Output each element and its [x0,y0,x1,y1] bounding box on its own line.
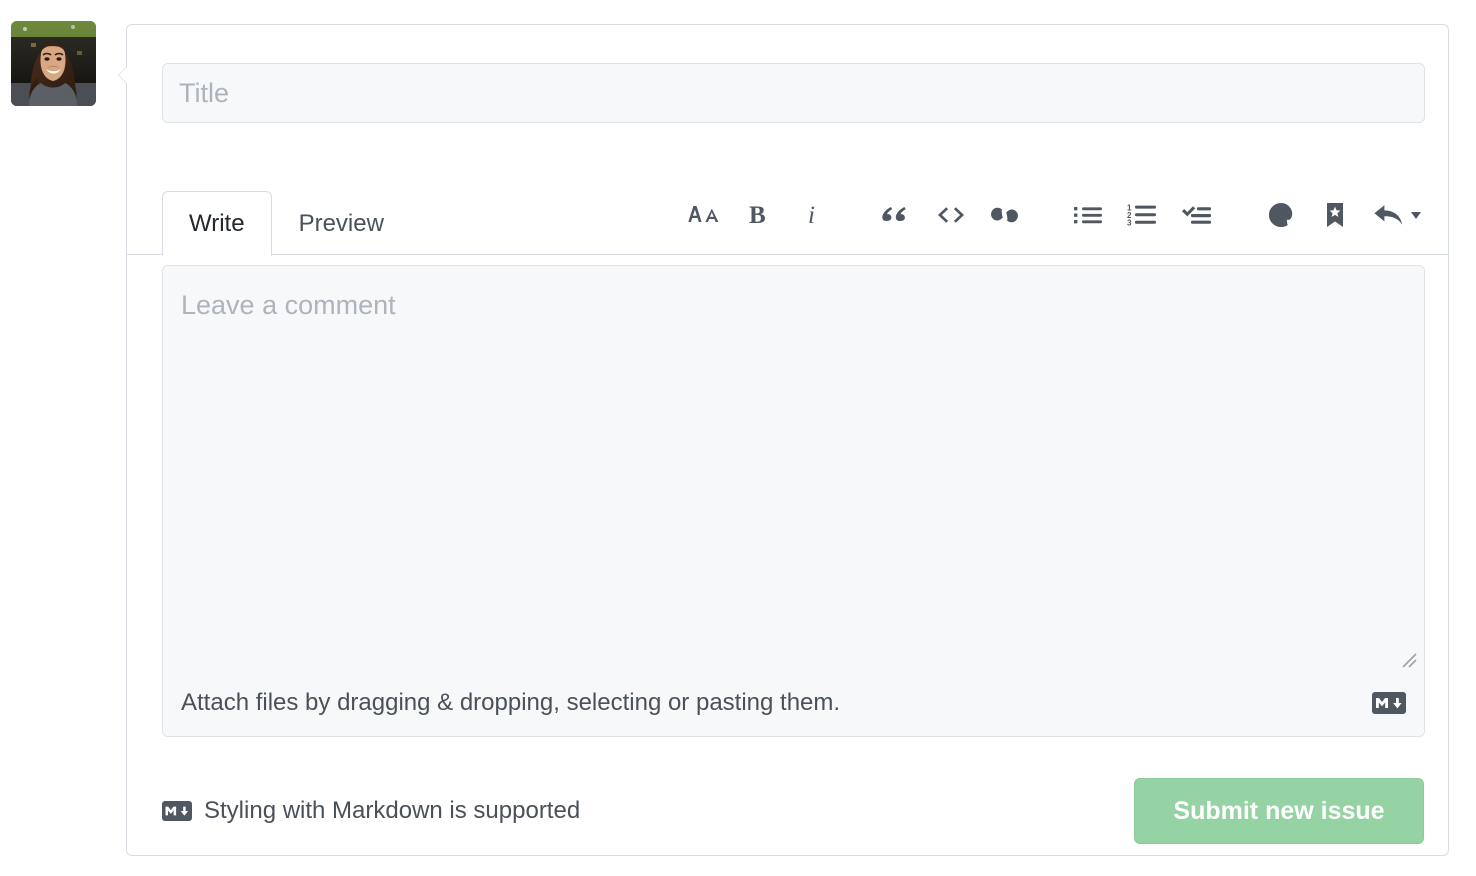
unordered-list-icon-glyph [1074,203,1104,227]
link-icon-glyph [990,203,1020,227]
tab-preview-label: Preview [299,210,384,238]
new-issue-card: Write Preview [126,24,1449,856]
bold-icon[interactable]: B [732,192,786,238]
bubble-arrow-fill [119,66,128,84]
mention-icon[interactable] [1254,192,1308,238]
avatar[interactable] [11,21,96,106]
quote-icon[interactable] [870,192,924,238]
comment-box: Attach files by dragging & dropping, sel… [162,265,1425,737]
avatar-photo [11,21,96,106]
italic-icon-glyph: i [804,202,822,228]
submit-new-issue-button[interactable]: Submit new issue [1134,778,1424,844]
mention-icon-glyph [1267,201,1295,229]
svg-text:3: 3 [1127,219,1132,228]
italic-icon[interactable]: i [786,192,840,238]
form-footer: Styling with Markdown is supported Submi… [162,773,1424,849]
saved-reply-icon[interactable] [1308,192,1362,238]
markdown-icon-glyph [1372,692,1406,714]
heading-icon[interactable] [678,192,732,238]
toolbar-group-insert [1254,192,1434,238]
attach-files-text: Attach files by dragging & dropping, sel… [181,689,840,717]
issue-title-input[interactable] [162,63,1425,123]
markdown-icon[interactable] [1372,692,1406,714]
tab-preview[interactable]: Preview [272,191,411,255]
reply-icon[interactable] [1362,192,1434,238]
saved-reply-icon-glyph [1323,201,1347,229]
toolbar-group-block [870,192,1032,238]
task-list-icon-glyph [1181,203,1213,227]
unordered-list-icon[interactable] [1062,192,1116,238]
task-list-icon[interactable] [1170,192,1224,238]
quote-icon-glyph [882,202,912,228]
toolbar-group-text: B i [678,192,840,238]
tab-write[interactable]: Write [162,191,272,256]
submit-new-issue-label: Submit new issue [1173,797,1384,826]
svg-text:i: i [808,202,815,228]
ordered-list-icon-glyph: 1 2 3 [1127,202,1159,228]
markdown-support-label: Styling with Markdown is supported [204,797,580,825]
svg-text:B: B [749,202,766,228]
markdown-icon [162,801,192,821]
markdown-support-note[interactable]: Styling with Markdown is supported [162,797,580,825]
markdown-icon-glyph [162,801,192,821]
ordered-list-icon[interactable]: 1 2 3 [1116,192,1170,238]
tab-write-label: Write [189,210,245,238]
bold-icon-glyph: B [748,202,770,228]
code-icon[interactable] [924,192,978,238]
reply-icon-glyph [1373,201,1423,229]
tab-list: Write Preview [162,165,411,255]
comment-textarea[interactable] [163,266,1424,671]
markdown-toolbar: B i [678,187,1434,243]
editor-tabbar: Write Preview [127,165,1448,255]
link-icon[interactable] [978,192,1032,238]
new-issue-form-page: Write Preview [0,0,1476,876]
code-icon-glyph [935,203,967,227]
toolbar-group-lists: 1 2 3 [1062,192,1224,238]
attach-files-bar[interactable]: Attach files by dragging & dropping, sel… [163,670,1424,736]
heading-icon-glyph [688,202,722,228]
